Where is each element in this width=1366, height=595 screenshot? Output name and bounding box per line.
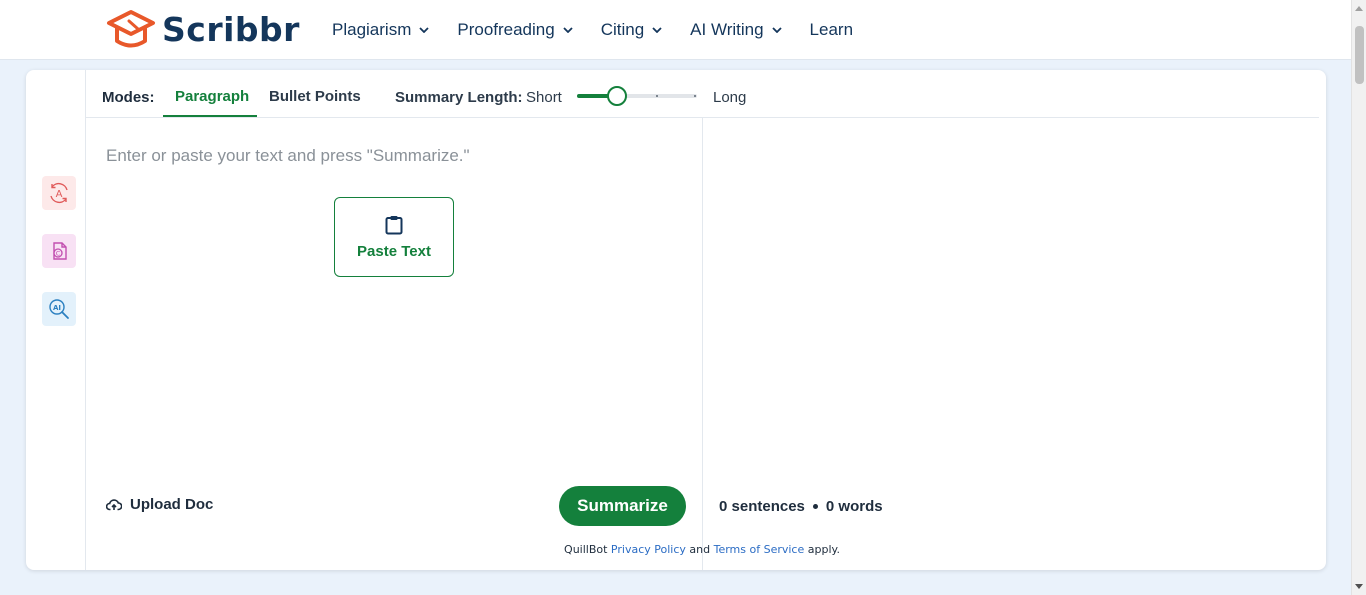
main-nav: Plagiarism Proofreading Citing AI Writin… <box>332 0 881 60</box>
citation-doc-icon: C <box>53 242 67 260</box>
upload-doc-button[interactable]: Upload Doc <box>106 496 213 513</box>
tool-rail: A C AI <box>26 70 86 570</box>
slider-min-label: Short <box>526 89 562 106</box>
nav-plagiarism[interactable]: Plagiarism <box>332 20 429 40</box>
brand-name: Scribbr <box>162 10 300 49</box>
nav-label: Citing <box>600 20 645 39</box>
citation-tool-button[interactable]: C <box>42 234 76 268</box>
separator-dot <box>812 504 818 509</box>
slider-tick <box>656 95 658 97</box>
privacy-policy-link[interactable]: Privacy Policy <box>611 543 686 556</box>
summary-length-slider[interactable] <box>577 86 697 106</box>
chevron-down-icon <box>419 27 429 33</box>
tab-paragraph[interactable]: Paragraph <box>175 88 249 105</box>
scribbr-logo[interactable]: Scribbr <box>106 9 300 51</box>
paraphraser-tool-button[interactable]: A <box>42 176 76 210</box>
word-count: 0 words <box>825 498 883 515</box>
slider-max-label: Long <box>713 89 747 106</box>
summary-length-label: Summary Length: <box>395 89 523 106</box>
upload-doc-label: Upload Doc <box>130 496 214 513</box>
nav-proofreading[interactable]: Proofreading <box>457 20 573 40</box>
paste-text-label: Paste Text <box>357 242 431 260</box>
slider-tick <box>694 95 696 97</box>
nav-label: Plagiarism <box>332 20 412 39</box>
clipboard-icon <box>385 215 403 234</box>
svg-text:A: A <box>56 189 63 200</box>
paste-text-button[interactable]: Paste Text <box>334 197 454 277</box>
cloud-upload-icon <box>106 499 122 511</box>
scrollbar-thumb[interactable] <box>1355 26 1364 84</box>
top-navigation: Scribbr Plagiarism Proofreading Citing A… <box>0 0 1351 60</box>
svg-text:AI: AI <box>53 304 61 312</box>
output-stats: 0 sentences 0 words <box>719 498 883 515</box>
graduation-cap-icon <box>107 10 155 48</box>
ai-detector-icon: AI <box>49 299 69 319</box>
nav-learn[interactable]: Learn <box>810 20 853 40</box>
nav-label: AI Writing <box>690 20 764 39</box>
slider-handle[interactable] <box>606 86 627 106</box>
summarize-button[interactable]: Summarize <box>559 486 686 526</box>
terms-of-service-link[interactable]: Terms of Service <box>714 543 805 556</box>
modes-toolbar: Modes: Paragraph Bullet Points Summary L… <box>86 70 1319 118</box>
legal-and: and <box>689 543 711 556</box>
paraphrase-icon: A <box>50 182 68 204</box>
scroll-up-arrow-icon[interactable] <box>1355 6 1363 11</box>
chevron-down-icon <box>652 27 662 33</box>
chevron-down-icon <box>771 27 782 33</box>
input-placeholder: Enter or paste your text and press "Summ… <box>106 146 470 165</box>
scroll-down-arrow-icon[interactable] <box>1355 584 1363 589</box>
legal-prefix: QuillBot <box>564 543 608 556</box>
nav-citing[interactable]: Citing <box>601 20 662 40</box>
legal-notice: QuillBot Privacy Policy and Terms of Ser… <box>26 543 1326 556</box>
sentence-count: 0 sentences <box>719 498 805 515</box>
active-tab-indicator <box>163 115 257 117</box>
nav-label: Proofreading <box>457 20 555 39</box>
input-text-area[interactable]: Enter or paste your text and press "Summ… <box>86 118 703 570</box>
ai-detector-tool-button[interactable]: AI <box>42 292 76 326</box>
legal-suffix: apply. <box>807 543 840 556</box>
summarizer-card: A C AI Modes: Paragraph Bullet Points Su… <box>26 70 1326 570</box>
nav-label: Learn <box>809 20 854 39</box>
svg-text:C: C <box>56 250 61 258</box>
chevron-down-icon <box>563 27 573 33</box>
page-scrollbar[interactable] <box>1351 0 1366 595</box>
modes-label: Modes: <box>102 89 155 106</box>
nav-ai-writing[interactable]: AI Writing <box>690 20 782 40</box>
tab-bullet-points[interactable]: Bullet Points <box>269 88 361 105</box>
